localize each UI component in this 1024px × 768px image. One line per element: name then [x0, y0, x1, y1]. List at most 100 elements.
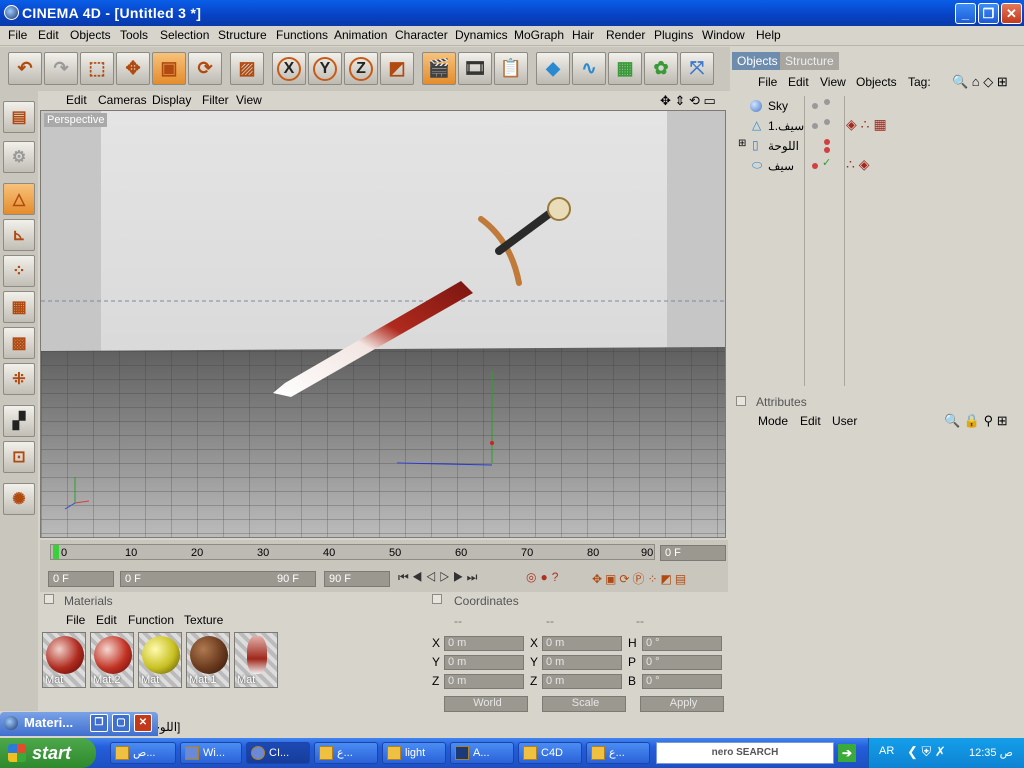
objects-toolbar-icons[interactable]: 🔍 ⌂ ◇ ⊞: [952, 74, 1008, 90]
restore-button[interactable]: ❐: [90, 714, 108, 732]
apply-button[interactable]: Apply: [640, 696, 724, 712]
taskbar-item[interactable]: Wi...: [180, 742, 242, 764]
taskbar-item[interactable]: ع...: [586, 742, 650, 764]
menu-window[interactable]: Window: [702, 28, 745, 42]
live-selection-icon[interactable]: ⬚: [80, 52, 114, 85]
material-thumb[interactable]: Mat.2: [90, 632, 134, 688]
render-visibility-dot[interactable]: [824, 119, 830, 125]
polygons-tool-icon[interactable]: ▩: [3, 327, 35, 359]
attributes-menu-user[interactable]: User: [832, 414, 857, 428]
materials-menu-file[interactable]: File: [66, 613, 85, 627]
restore-button[interactable]: ❐: [978, 3, 999, 24]
texture-tool-icon[interactable]: ⚙: [3, 141, 35, 173]
render-picture-viewer-icon[interactable]: 🎞: [458, 52, 492, 85]
material-thumb[interactable]: Mat: [138, 632, 182, 688]
viewport-menu-view[interactable]: View: [236, 93, 262, 107]
start-button[interactable]: start: [0, 738, 96, 768]
taskbar-item[interactable]: light: [382, 742, 446, 764]
points-tool-icon[interactable]: ⁘: [3, 255, 35, 287]
size-y-field[interactable]: 0 m: [542, 655, 622, 670]
scale-icon[interactable]: ▣: [152, 52, 186, 85]
object-axis-icon[interactable]: ⊾: [3, 219, 35, 251]
material-thumb[interactable]: Mat.1: [186, 632, 230, 688]
current-frame-field[interactable]: 0 F: [660, 545, 726, 561]
material-tags[interactable]: ∴ ◈: [846, 156, 870, 173]
rotation-b-field[interactable]: 0 °: [642, 674, 722, 689]
menu-hair[interactable]: Hair: [572, 28, 594, 42]
texture-axis-icon[interactable]: ▞: [3, 405, 35, 437]
search-input[interactable]: nero SEARCH: [656, 742, 834, 764]
menu-character[interactable]: Character: [395, 28, 448, 42]
undo-icon[interactable]: ↶: [8, 52, 42, 85]
menu-help[interactable]: Help: [756, 28, 781, 42]
attributes-menu-mode[interactable]: Mode: [758, 414, 788, 428]
minimize-button[interactable]: _: [955, 3, 976, 24]
editor-visibility-dot[interactable]: [812, 123, 818, 129]
position-z-field[interactable]: 0 m: [444, 674, 524, 689]
close-button[interactable]: ✕: [134, 714, 152, 732]
frame-range-slider[interactable]: 0 F 90 F: [120, 571, 316, 587]
spline-icon[interactable]: ∿: [572, 52, 606, 85]
viewport-menu-cameras[interactable]: Cameras: [98, 93, 147, 107]
render-view-icon[interactable]: 🎬: [422, 52, 456, 85]
world-coordinate-icon[interactable]: ◩: [380, 52, 414, 85]
menu-structure[interactable]: Structure: [218, 28, 267, 42]
workplane-icon[interactable]: ⊡: [3, 441, 35, 473]
editor-visibility-dot[interactable]: [812, 163, 818, 169]
menu-plugins[interactable]: Plugins: [654, 28, 693, 42]
material-thumb[interactable]: Mat: [234, 632, 278, 688]
menu-objects[interactable]: Objects: [70, 28, 111, 42]
check-icon[interactable]: ✓: [822, 156, 831, 169]
material-thumb[interactable]: Mat: [42, 632, 86, 688]
end-frame-field[interactable]: 90 F: [324, 571, 390, 587]
search-go-icon[interactable]: ➔: [838, 744, 856, 762]
object-tool-icon[interactable]: △: [3, 183, 35, 215]
menu-mograph[interactable]: MoGraph: [514, 28, 564, 42]
taskbar-item[interactable]: ع...: [314, 742, 378, 764]
editor-visibility-dot[interactable]: [824, 139, 830, 145]
objects-menu-tags[interactable]: Tag:: [908, 75, 931, 89]
playhead[interactable]: [53, 545, 59, 559]
expand-icon[interactable]: ⊞: [738, 138, 746, 149]
render-settings-icon[interactable]: 📋: [494, 52, 528, 85]
viewport-menu-filter[interactable]: Filter: [202, 93, 229, 107]
menu-tools[interactable]: Tools: [120, 28, 148, 42]
edges-tool-icon[interactable]: ▦: [3, 291, 35, 323]
rotation-p-field[interactable]: 0 °: [642, 655, 722, 670]
position-x-field[interactable]: 0 m: [444, 636, 524, 651]
move-icon[interactable]: ✥: [116, 52, 150, 85]
deformer-icon[interactable]: ⤧: [680, 52, 714, 85]
position-y-field[interactable]: 0 m: [444, 655, 524, 670]
viewport-menu-edit[interactable]: Edit: [66, 93, 87, 107]
taskbar-item[interactable]: A...: [450, 742, 514, 764]
taskbar-item[interactable]: ص...: [110, 742, 176, 764]
y-axis-lock-icon[interactable]: Y: [308, 52, 342, 85]
viewport-navigation-icons[interactable]: ✥ ⇕ ⟲ ▭: [660, 93, 716, 109]
tray-icons[interactable]: ❮ ⛨ ✗: [907, 744, 946, 760]
menu-edit[interactable]: Edit: [38, 28, 59, 42]
objects-menu-edit[interactable]: Edit: [788, 75, 809, 89]
array-icon[interactable]: ✿: [644, 52, 678, 85]
editor-visibility-dot[interactable]: [812, 103, 818, 109]
size-z-field[interactable]: 0 m: [542, 674, 622, 689]
keyframe-controls[interactable]: ◎●?: [526, 570, 562, 584]
objects-menu-file[interactable]: File: [758, 75, 777, 89]
tab-objects[interactable]: Objects: [732, 52, 783, 70]
materials-menu-function[interactable]: Function: [128, 613, 174, 627]
menu-functions[interactable]: Functions: [276, 28, 328, 42]
perspective-viewport[interactable]: [40, 110, 726, 538]
animation-mode-icon[interactable]: ⁜: [3, 363, 35, 395]
taskbar-item[interactable]: C4D: [518, 742, 582, 764]
materials-menu-edit[interactable]: Edit: [96, 613, 117, 627]
render-visibility-dot[interactable]: [824, 99, 830, 105]
rotate-icon[interactable]: ⟳: [188, 52, 222, 85]
menu-animation[interactable]: Animation: [334, 28, 387, 42]
size-x-field[interactable]: 0 m: [542, 636, 622, 651]
maximize-button[interactable]: ▢: [112, 714, 130, 732]
panel-toggle[interactable]: [44, 594, 54, 604]
materials-menu-texture[interactable]: Texture: [184, 613, 223, 627]
taskbar-item[interactable]: CI...: [246, 742, 310, 764]
start-frame-field[interactable]: 0 F: [48, 571, 114, 587]
object-coordinate-icon[interactable]: ▨: [230, 52, 264, 85]
language-indicator[interactable]: AR: [879, 745, 894, 757]
